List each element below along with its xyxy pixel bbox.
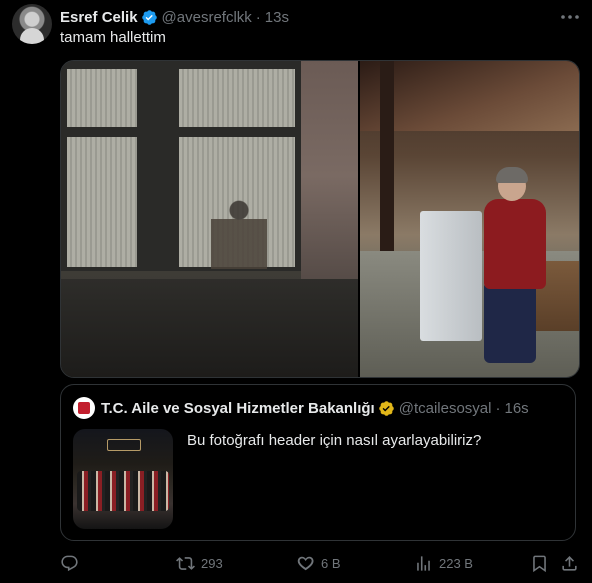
quoted-header: T.C. Aile ve Sosyal Hizmetler Bakanlığı …	[101, 399, 529, 417]
media-photo-window[interactable]	[61, 61, 358, 377]
verified-badge-icon	[141, 9, 158, 26]
heart-icon	[296, 554, 315, 573]
like-button[interactable]: 6 B	[296, 552, 341, 574]
action-bar: 293 6 B 223 B	[60, 552, 580, 574]
reply-icon	[60, 554, 79, 573]
retweet-button[interactable]: 293	[176, 552, 223, 574]
views-button[interactable]: 223 B	[414, 552, 473, 574]
thumbnail-group	[77, 471, 169, 511]
timestamp[interactable]: 13s	[265, 9, 289, 26]
avatar[interactable]	[12, 4, 52, 44]
photo-window-pane	[179, 69, 295, 127]
quoted-avatar[interactable]	[73, 397, 95, 419]
tweet-header: Esref Celik @avesrefclkk · 13s	[60, 7, 289, 27]
separator-dot: ·	[495, 399, 501, 417]
handle[interactable]: @avesrefclkk	[162, 9, 252, 26]
quoted-handle[interactable]: @tcailesosyal	[399, 400, 492, 417]
photo-seated-woman	[478, 167, 548, 371]
photo-pillar	[380, 61, 394, 251]
quoted-timestamp[interactable]: 16s	[504, 400, 528, 417]
separator-dot: ·	[255, 8, 261, 26]
quoted-media-thumbnail[interactable]	[73, 429, 173, 529]
quoted-display-name[interactable]: T.C. Aile ve Sosyal Hizmetler Bakanlığı	[101, 400, 375, 417]
retweet-icon	[176, 554, 195, 573]
media-photo-woman[interactable]	[360, 61, 579, 377]
photo-sill	[61, 279, 358, 377]
retweet-count: 293	[201, 555, 223, 571]
tweet: Esref Celik @avesrefclkk · 13s tamam hal…	[0, 0, 592, 583]
share-button[interactable]	[560, 552, 579, 574]
quoted-tweet-text: Bu fotoğrafı header için nasıl ayarlayab…	[187, 432, 482, 449]
photo-silhouette	[211, 199, 267, 269]
share-icon	[560, 554, 579, 573]
bookmark-icon	[530, 554, 549, 573]
thumbnail-stage-logo	[107, 439, 141, 451]
views-count: 223 B	[439, 555, 473, 571]
photo-window-pane	[67, 137, 137, 267]
photo-utility-box	[420, 211, 482, 341]
like-count: 6 B	[321, 555, 341, 571]
bookmark-button[interactable]	[530, 552, 549, 574]
media-grid	[60, 60, 580, 378]
reply-button[interactable]	[60, 552, 85, 574]
display-name[interactable]: Esref Celik	[60, 9, 138, 26]
photo-wall-panel	[301, 61, 358, 291]
tweet-text: tamam hallettim	[60, 29, 166, 46]
photo-window-pane	[67, 69, 137, 127]
quoted-tweet[interactable]: T.C. Aile ve Sosyal Hizmetler Bakanlığı …	[60, 384, 576, 541]
more-options-icon[interactable]	[560, 10, 580, 24]
analytics-icon	[414, 554, 433, 573]
verified-gold-badge-icon	[378, 400, 395, 417]
